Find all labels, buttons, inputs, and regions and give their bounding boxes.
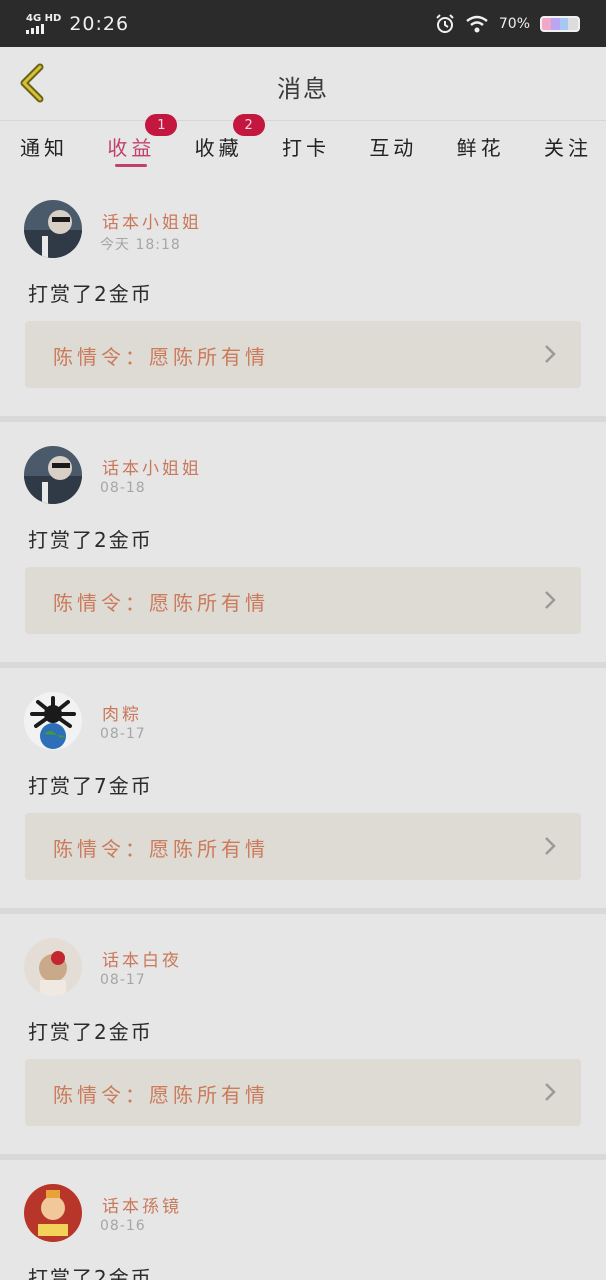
tab-label: 收益: [107, 136, 156, 160]
avatar[interactable]: [24, 200, 82, 258]
battery-icon: [540, 15, 580, 32]
tab-interaction[interactable]: 互动: [369, 122, 417, 174]
work-title: 陈情令：愿陈所有情: [53, 1083, 269, 1107]
timestamp: 08-17: [100, 726, 146, 742]
work-link[interactable]: 陈情令：愿陈所有情: [25, 567, 581, 634]
reward-text: 打赏了2金币: [28, 1020, 153, 1044]
signal-icon: 4G HD: [26, 12, 62, 34]
work-title: 陈情令：愿陈所有情: [53, 837, 269, 861]
tab-label: 互动: [369, 136, 418, 160]
count-badge: 1: [145, 114, 178, 136]
list-item: 话本孫镜 08-16 打赏了2金币: [0, 1160, 606, 1280]
work-link[interactable]: 陈情令：愿陈所有情: [25, 1059, 581, 1126]
username[interactable]: 话本孫镜: [102, 1192, 182, 1217]
wifi-icon: [466, 15, 488, 32]
username[interactable]: 话本白夜: [102, 946, 182, 971]
avatar[interactable]: [24, 692, 82, 750]
username[interactable]: 肉粽: [102, 700, 142, 725]
timestamp: 08-18: [100, 480, 146, 496]
network-label: 4G HD: [26, 12, 62, 24]
avatar[interactable]: [24, 446, 82, 504]
alarm-icon: [436, 13, 454, 33]
chevron-right-icon: [545, 837, 556, 855]
list-item: 话本小姐姐 今天 18:18 打赏了2金币 陈情令：愿陈所有情: [0, 176, 606, 422]
tab-label: 鲜花: [456, 136, 505, 160]
tab-label: 关注: [543, 136, 592, 160]
list-item: 肉粽 08-17 打赏了7金币 陈情令：愿陈所有情: [0, 668, 606, 914]
page-title: 消息: [277, 75, 329, 103]
avatar[interactable]: [24, 938, 82, 996]
tab-checkin[interactable]: 打卡: [282, 122, 330, 174]
timestamp: 今天 18:18: [100, 237, 181, 253]
chevron-right-icon: [545, 1083, 556, 1101]
work-link[interactable]: 陈情令：愿陈所有情: [25, 321, 581, 388]
tab-flowers[interactable]: 鲜花: [457, 122, 505, 174]
list-item: 话本小姐姐 08-18 打赏了2金币 陈情令：愿陈所有情: [0, 422, 606, 668]
avatar[interactable]: [24, 1184, 82, 1242]
clock: 20:26: [69, 12, 130, 35]
tab-following[interactable]: 关注: [544, 122, 592, 174]
work-title: 陈情令：愿陈所有情: [53, 345, 269, 369]
reward-text: 打赏了2金币: [28, 282, 153, 306]
chevron-right-icon: [545, 591, 556, 609]
list-item: 话本白夜 08-17 打赏了2金币 陈情令：愿陈所有情: [0, 914, 606, 1160]
work-title: 陈情令：愿陈所有情: [53, 591, 269, 615]
header: 消息: [0, 47, 606, 121]
tab-bar: 通知 收益 1 收藏 2 打卡 互动 鲜花 关注: [0, 114, 606, 174]
tab-label: 通知: [20, 136, 68, 160]
status-bar: 4G HD 20:26 70%: [0, 0, 606, 47]
count-badge: 2: [232, 114, 265, 136]
tab-favorites[interactable]: 收藏 2: [194, 114, 265, 174]
tab-earnings[interactable]: 收益 1: [107, 114, 178, 174]
tab-label: 收藏: [194, 136, 243, 160]
chevron-right-icon: [545, 345, 556, 363]
username[interactable]: 话本小姐姐: [102, 208, 202, 233]
work-link[interactable]: 陈情令：愿陈所有情: [25, 813, 581, 880]
timestamp: 08-16: [100, 1218, 146, 1234]
reward-text: 打赏了2金币: [28, 528, 153, 552]
battery-percent: 70%: [498, 15, 530, 32]
reward-text: 打赏了2金币: [28, 1266, 153, 1280]
timestamp: 08-17: [100, 972, 146, 988]
username[interactable]: 话本小姐姐: [102, 454, 202, 479]
message-list: 话本小姐姐 今天 18:18 打赏了2金币 陈情令：愿陈所有情 话本小姐姐 08…: [0, 176, 606, 1280]
tab-notifications[interactable]: 通知: [20, 122, 68, 174]
reward-text: 打赏了7金币: [28, 774, 153, 798]
tab-label: 打卡: [281, 136, 330, 160]
